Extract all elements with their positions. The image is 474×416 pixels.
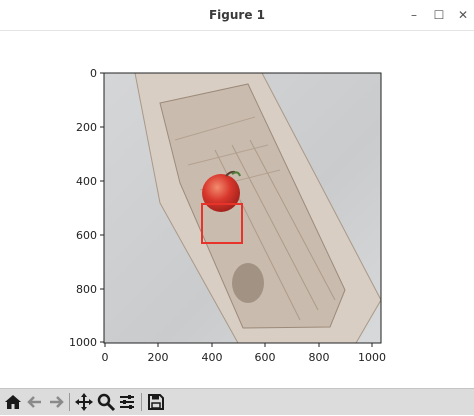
x-tick-label: 1000 — [358, 351, 386, 364]
home-icon[interactable] — [3, 392, 23, 412]
y-tick-label: 200 — [76, 121, 97, 134]
x-tick-label: 600 — [255, 351, 276, 364]
x-tick-label: 200 — [148, 351, 169, 364]
y-tick-label: 400 — [76, 175, 97, 188]
y-tick-label: 1000 — [69, 336, 97, 349]
window-title: Figure 1 — [208, 8, 266, 22]
y-tick-label: 0 — [90, 67, 97, 80]
forward-icon[interactable] — [46, 392, 66, 412]
x-tick-label: 0 — [102, 351, 109, 364]
y-tick-label: 600 — [76, 229, 97, 242]
minimize-button[interactable]: – — [405, 6, 423, 24]
back-icon[interactable] — [25, 392, 45, 412]
zoom-icon[interactable] — [96, 392, 116, 412]
toolbar-separator — [69, 393, 70, 411]
x-tick-label: 800 — [309, 351, 330, 364]
pan-icon[interactable] — [74, 392, 94, 412]
window-titlebar: Figure 1 – ☐ ✕ — [0, 0, 474, 31]
figure-canvas[interactable]: 0 200 400 600 800 1000 0 200 400 600 800… — [0, 30, 474, 388]
navigation-toolbar — [0, 388, 474, 415]
maximize-button[interactable]: ☐ — [430, 6, 448, 24]
save-icon[interactable] — [146, 392, 166, 412]
x-axis: 0 200 400 600 800 1000 — [102, 343, 386, 364]
close-button[interactable]: ✕ — [454, 6, 472, 24]
y-tick-label: 800 — [76, 283, 97, 296]
x-tick-label: 400 — [202, 351, 223, 364]
configure-icon[interactable] — [117, 392, 137, 412]
toolbar-separator — [141, 393, 142, 411]
y-axis: 0 200 400 600 800 1000 — [69, 67, 104, 349]
